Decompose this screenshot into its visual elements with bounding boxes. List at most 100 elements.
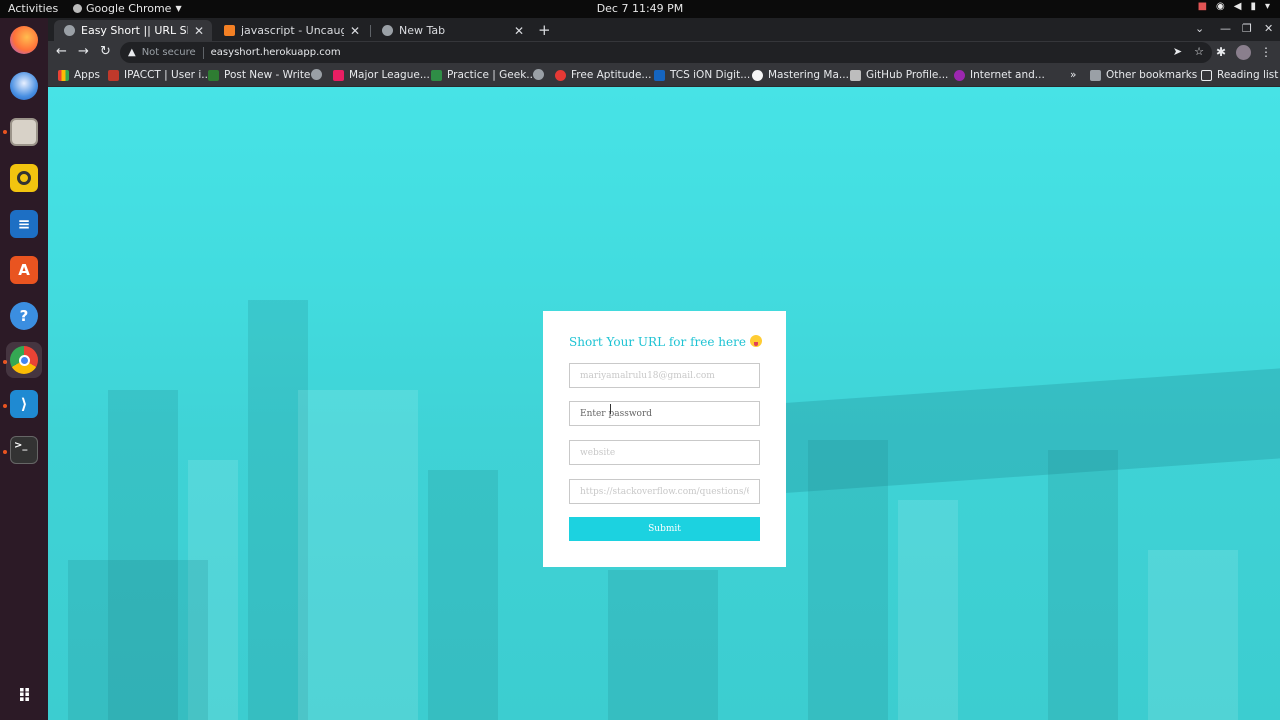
- dock-vscode[interactable]: ⟩: [6, 386, 42, 422]
- close-icon[interactable]: ✕: [514, 24, 524, 38]
- building: [608, 570, 718, 720]
- bookmark-globe-1[interactable]: [311, 69, 327, 80]
- address-bar[interactable]: ▲ Not secure easyshort.herokuapp.com ➤ ☆: [120, 42, 1212, 63]
- bookmark-apps[interactable]: Apps: [58, 69, 100, 81]
- stackoverflow-icon: [224, 25, 235, 36]
- caret-down-icon: ▼: [175, 4, 182, 13]
- send-to-device-icon[interactable]: ➤: [1173, 45, 1182, 58]
- tab-title: New Tab: [399, 24, 446, 37]
- bookmark-post-new[interactable]: Post New - Write: [208, 69, 310, 81]
- dock-writer[interactable]: ≡: [6, 206, 42, 242]
- bookmark-label: Post New - Write: [224, 69, 311, 81]
- extensions-icon[interactable]: ✱: [1216, 45, 1226, 59]
- close-icon[interactable]: ✕: [194, 24, 204, 38]
- bookmark-ipacct[interactable]: IPACCT | User i...: [108, 69, 211, 81]
- bookmark-star-icon[interactable]: ☆: [1194, 45, 1204, 58]
- bookmark-geeks[interactable]: Practice | Geek...: [431, 69, 536, 81]
- forward-button[interactable]: →: [78, 44, 89, 59]
- globe-icon: [311, 69, 322, 80]
- dock-software[interactable]: A: [6, 252, 42, 288]
- bookmark-label: Major League...: [349, 69, 430, 81]
- vscode-icon: ⟩: [10, 390, 38, 418]
- close-icon[interactable]: ✕: [350, 24, 360, 38]
- browser-toolbar: ← → ↻ ▲ Not secure easyshort.herokuapp.c…: [48, 41, 1280, 65]
- maximize-button[interactable]: ❐: [1242, 22, 1252, 35]
- volume-icon: ◀: [1233, 1, 1242, 12]
- terminal-icon: >_: [10, 436, 38, 464]
- url-text[interactable]: easyshort.herokuapp.com: [211, 47, 341, 58]
- building: [1048, 450, 1118, 720]
- text-cursor-icon: [610, 404, 612, 414]
- minimize-button[interactable]: —: [1220, 22, 1231, 35]
- tab-title: Easy Short || URL SHORTN: [81, 24, 188, 37]
- chrome-app-icon: [73, 4, 82, 13]
- clock[interactable]: Dec 7 11:49 PM: [597, 2, 684, 15]
- dock-rhythmbox[interactable]: [6, 160, 42, 196]
- building: [68, 560, 208, 720]
- show-apps-button[interactable]: ⠿: [6, 678, 42, 714]
- password-field[interactable]: [569, 401, 760, 426]
- bookmark-mastering[interactable]: Mastering Ma...: [752, 69, 849, 81]
- bookmark-tcs-ion[interactable]: TCS iON Digit...: [654, 69, 750, 81]
- app-grid-icon: ⠿: [17, 685, 31, 707]
- security-label[interactable]: Not secure: [142, 47, 196, 58]
- tab-title: javascript - Uncaught Refe: [241, 24, 344, 37]
- tab-search-icon[interactable]: ⌄: [1195, 22, 1204, 35]
- globe-icon: [533, 69, 544, 80]
- form-heading-text: Short Your URL for free here: [569, 335, 746, 349]
- activities-button[interactable]: Activities: [8, 2, 58, 15]
- bookmark-label: Apps: [74, 69, 100, 81]
- bookmark-label: GitHub Profile...: [866, 69, 949, 81]
- dock-terminal[interactable]: >_: [6, 432, 42, 468]
- rhythmbox-icon: [10, 164, 38, 192]
- thunderbird-icon: [10, 72, 38, 100]
- system-top-bar: Activities Google Chrome ▼ Dec 7 11:49 P…: [0, 0, 1280, 18]
- building: [808, 440, 888, 720]
- other-bookmarks-label: Other bookmarks: [1106, 69, 1198, 81]
- tongue-out-emoji-icon: [749, 335, 762, 347]
- long-url-field[interactable]: [569, 479, 760, 504]
- building: [298, 390, 418, 720]
- new-tab-button[interactable]: +: [538, 21, 551, 39]
- bookmark-label: Practice | Geek...: [447, 69, 537, 81]
- tab-javascript[interactable]: javascript - Uncaught Refe ✕: [214, 20, 368, 41]
- system-tray[interactable]: ■ ◉ ◀ ▮ ▾: [1198, 1, 1270, 12]
- bookmark-internet[interactable]: Internet and...: [954, 69, 1045, 81]
- dock-thunderbird[interactable]: [6, 68, 42, 104]
- files-icon: [10, 118, 38, 146]
- dock: ≡ A ? ⟩ >_ ⠿: [0, 18, 48, 720]
- building: [898, 500, 958, 720]
- profile-avatar[interactable]: [1236, 45, 1251, 60]
- writer-icon: ≡: [10, 210, 38, 238]
- internet-icon: [954, 69, 965, 81]
- dock-files[interactable]: [6, 114, 42, 150]
- bookmark-globe-2[interactable]: [533, 69, 549, 80]
- warning-icon[interactable]: ▲: [128, 47, 136, 58]
- tcs-icon: [654, 69, 665, 81]
- bookmark-label: IPACCT | User i...: [124, 69, 212, 81]
- power-menu-icon: ▾: [1264, 1, 1270, 12]
- bookmark-aptitude[interactable]: Free Aptitude...: [555, 69, 651, 81]
- tab-new-tab[interactable]: New Tab ✕: [372, 20, 532, 41]
- bookmarks-overflow-button[interactable]: »: [1070, 69, 1076, 81]
- dock-firefox[interactable]: [6, 22, 42, 58]
- github-icon: [752, 69, 763, 81]
- submit-button[interactable]: Submit: [569, 517, 760, 541]
- bookmark-github-profile[interactable]: GitHub Profile...: [850, 69, 948, 81]
- tab-easy-short[interactable]: Easy Short || URL SHORTN ✕: [54, 20, 212, 41]
- reload-button[interactable]: ↻: [100, 44, 111, 59]
- dock-help[interactable]: ?: [6, 298, 42, 334]
- other-bookmarks[interactable]: Other bookmarks: [1090, 69, 1197, 81]
- window-close-button[interactable]: ✕: [1264, 22, 1273, 35]
- menu-icon[interactable]: ⋮: [1260, 45, 1272, 59]
- app-menu[interactable]: Google Chrome ▼: [73, 2, 182, 15]
- email-field[interactable]: [569, 363, 760, 388]
- back-button[interactable]: ←: [56, 44, 67, 59]
- ipacct-icon: [108, 69, 119, 81]
- software-center-icon: A: [10, 256, 38, 284]
- github-profile-icon: [850, 69, 861, 81]
- bookmark-major-league[interactable]: Major League...: [333, 69, 430, 81]
- website-field[interactable]: [569, 440, 760, 465]
- dock-chrome[interactable]: [6, 342, 42, 378]
- reading-list[interactable]: Reading list: [1201, 69, 1278, 81]
